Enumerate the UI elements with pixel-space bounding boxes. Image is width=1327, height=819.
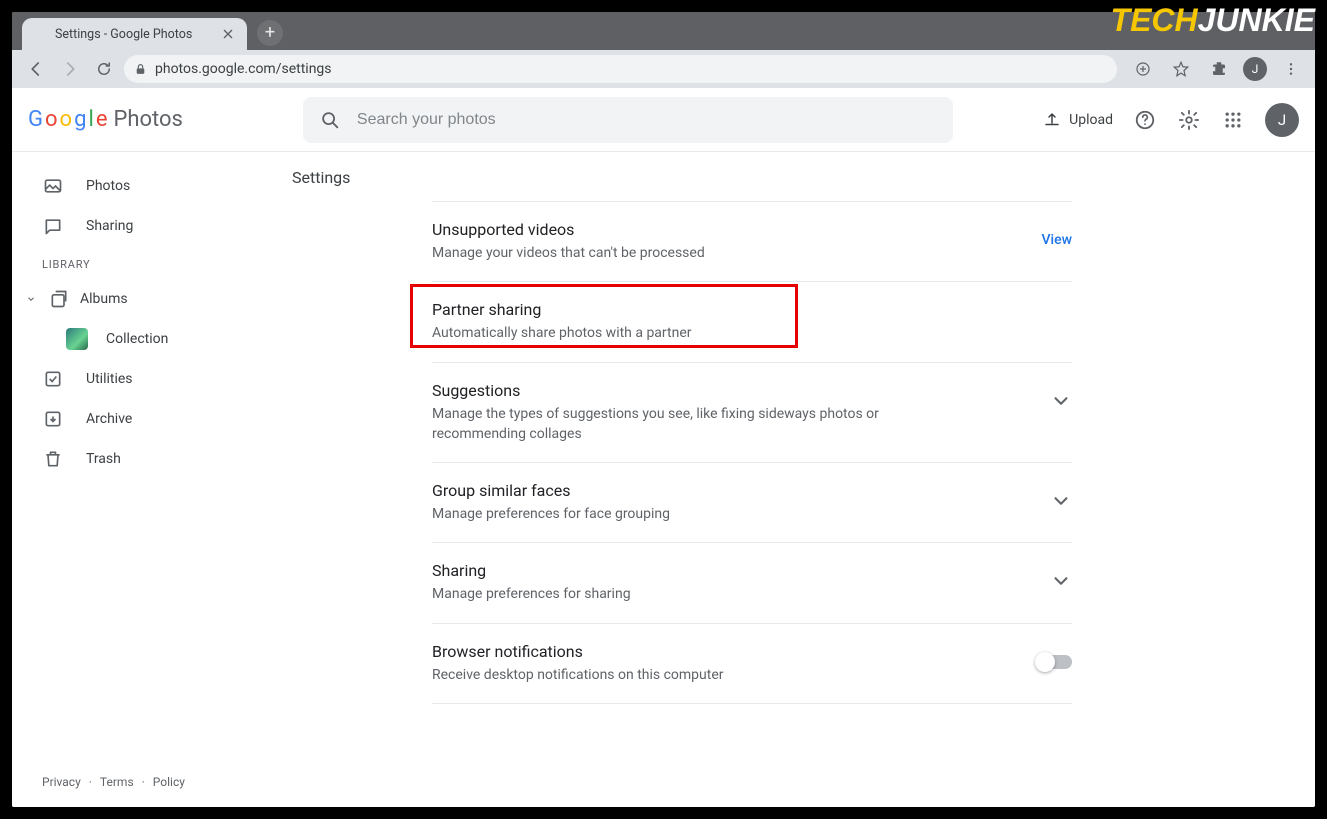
setting-title: Sharing bbox=[432, 561, 1030, 580]
sidebar-item-collection[interactable]: Collection bbox=[12, 319, 272, 359]
search-icon bbox=[319, 109, 341, 131]
setting-row: Browser notifications Receive desktop not… bbox=[432, 624, 1072, 704]
help-icon[interactable] bbox=[1133, 108, 1157, 132]
app-page: Google Photos Upload bbox=[12, 88, 1315, 807]
reload-button[interactable] bbox=[90, 55, 118, 83]
install-app-icon[interactable] bbox=[1129, 55, 1157, 83]
policy-link[interactable]: Policy bbox=[153, 775, 185, 789]
setting-title: Browser notifications bbox=[432, 642, 1018, 661]
lock-icon bbox=[134, 63, 147, 76]
footer-links: Privacy · Terms · Policy bbox=[12, 775, 272, 807]
settings-scroll[interactable]: Unsupported videos Manage your videos tha… bbox=[272, 201, 1315, 807]
archive-icon bbox=[42, 408, 64, 430]
tab-favicon bbox=[32, 27, 47, 42]
chevron-down-icon[interactable] bbox=[1050, 490, 1072, 512]
watermark: TECHJUNKIE bbox=[1111, 2, 1315, 39]
setting-title: Partner sharing bbox=[432, 300, 1052, 319]
utilities-icon bbox=[42, 368, 64, 390]
sidebar-item-utilities[interactable]: Utilities bbox=[12, 359, 272, 399]
new-tab-button[interactable]: + bbox=[257, 20, 283, 46]
sidebar-item-sharing[interactable]: Sharing bbox=[12, 206, 272, 246]
setting-row: Unsupported videos Manage your videos tha… bbox=[432, 202, 1072, 282]
view-link[interactable]: View bbox=[1042, 232, 1073, 248]
image-icon bbox=[42, 175, 64, 197]
account-avatar[interactable]: J bbox=[1265, 103, 1299, 137]
extensions-icon[interactable] bbox=[1205, 55, 1233, 83]
browser-window: Settings - Google Photos + ph bbox=[12, 12, 1315, 807]
browser-menu-icon[interactable] bbox=[1277, 55, 1305, 83]
toggle-switch[interactable] bbox=[1038, 655, 1072, 669]
apps-grid-icon[interactable] bbox=[1221, 108, 1245, 132]
setting-row[interactable]: Group similar faces Manage preferences fo… bbox=[432, 463, 1072, 543]
settings-list: Unsupported videos Manage your videos tha… bbox=[432, 201, 1072, 704]
sidebar: Photos Sharing LIBRARY bbox=[12, 152, 272, 807]
trash-icon bbox=[42, 448, 64, 470]
page-title: Settings bbox=[272, 152, 1315, 201]
upload-icon bbox=[1043, 111, 1061, 129]
chevron-down-icon[interactable] bbox=[1050, 570, 1072, 592]
close-tab-button[interactable] bbox=[221, 27, 235, 41]
sidebar-library-header: LIBRARY bbox=[12, 246, 272, 279]
sidebar-item-photos[interactable]: Photos bbox=[12, 166, 272, 206]
chevron-down-icon bbox=[26, 294, 38, 304]
setting-title: Unsupported videos bbox=[432, 220, 1022, 239]
bookmark-icon[interactable] bbox=[1167, 55, 1195, 83]
main-content: Settings Unsupported videos Manage your v… bbox=[272, 152, 1315, 807]
terms-link[interactable]: Terms bbox=[100, 775, 134, 789]
setting-row[interactable]: Suggestions Manage the types of suggestio… bbox=[432, 363, 1072, 464]
setting-subtitle: Automatically share photos with a partne… bbox=[432, 323, 902, 343]
tab-title: Settings - Google Photos bbox=[55, 27, 192, 42]
setting-subtitle: Manage preferences for face grouping bbox=[432, 504, 902, 524]
sidebar-item-trash[interactable]: Trash bbox=[12, 439, 272, 479]
setting-subtitle: Manage preferences for sharing bbox=[432, 584, 902, 604]
chevron-down-icon[interactable] bbox=[1050, 390, 1072, 412]
address-bar[interactable]: photos.google.com/settings bbox=[124, 55, 1117, 83]
setting-title: Group similar faces bbox=[432, 481, 1030, 500]
app-header: Google Photos Upload bbox=[12, 88, 1315, 152]
sidebar-item-albums[interactable]: Albums bbox=[12, 279, 272, 319]
search-bar[interactable] bbox=[303, 97, 953, 143]
settings-icon[interactable] bbox=[1177, 108, 1201, 132]
setting-row[interactable]: Sharing Manage preferences for sharing bbox=[432, 543, 1072, 623]
url-text: photos.google.com/settings bbox=[155, 61, 332, 77]
google-photos-logo[interactable]: Google Photos bbox=[28, 107, 183, 132]
forward-button[interactable] bbox=[56, 55, 84, 83]
album-icon bbox=[48, 288, 70, 310]
sidebar-item-archive[interactable]: Archive bbox=[12, 399, 272, 439]
setting-title: Suggestions bbox=[432, 381, 1030, 400]
setting-subtitle: Manage the types of suggestions you see,… bbox=[432, 404, 902, 445]
browser-toolbar: photos.google.com/settings J bbox=[12, 50, 1315, 88]
profile-avatar[interactable]: J bbox=[1243, 57, 1267, 81]
setting-row: Partner sharing Automatically share photo… bbox=[432, 282, 1072, 362]
upload-button[interactable]: Upload bbox=[1043, 111, 1113, 129]
back-button[interactable] bbox=[22, 55, 50, 83]
chat-icon bbox=[42, 215, 64, 237]
album-thumbnail bbox=[66, 328, 88, 350]
setting-subtitle: Manage your videos that can't be process… bbox=[432, 243, 902, 263]
browser-tab[interactable]: Settings - Google Photos bbox=[22, 18, 247, 50]
privacy-link[interactable]: Privacy bbox=[42, 775, 81, 789]
setting-subtitle: Receive desktop notifications on this co… bbox=[432, 665, 902, 685]
search-input[interactable] bbox=[357, 111, 937, 129]
